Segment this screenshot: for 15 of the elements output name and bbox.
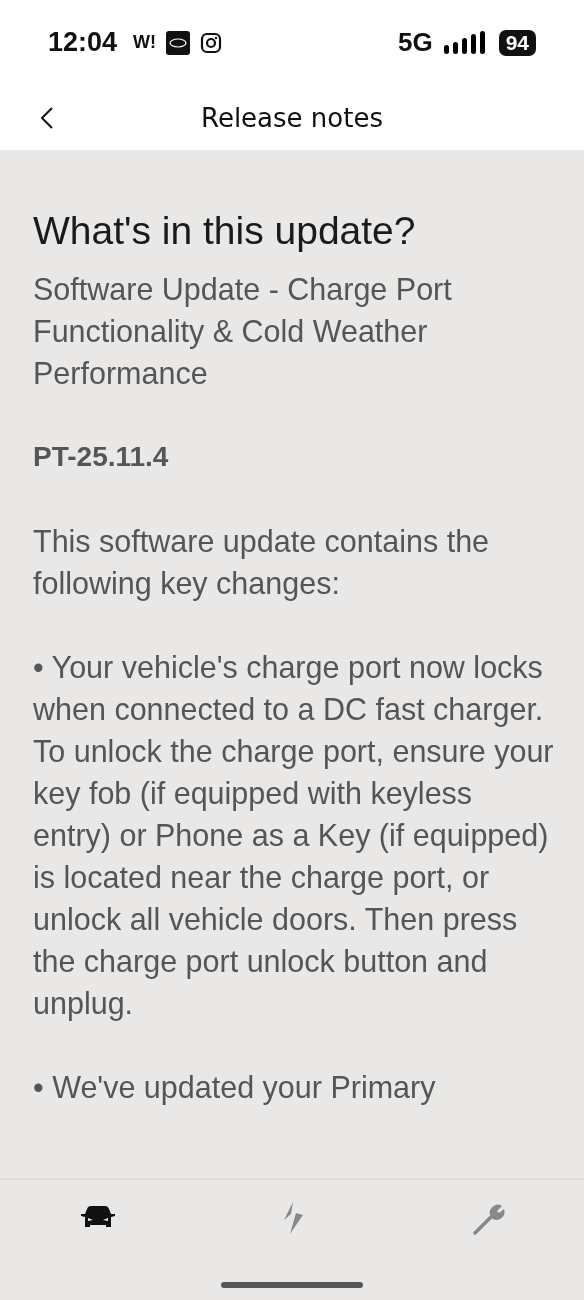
app-icon: [166, 30, 191, 55]
section-heading: What's in this update?: [33, 208, 417, 254]
app-notification-text: W!: [133, 32, 157, 53]
status-time: 12:04: [48, 27, 118, 58]
release-note-text: This software update contains the following key changes:: [33, 523, 491, 603]
signal-icon: [442, 30, 485, 55]
back-icon[interactable]: [40, 107, 54, 129]
battery-level: 94: [498, 29, 536, 56]
release-note-text: • Your vehicle's charge port now locks when connected to a DC fast charger. To unlock the charge port, ensure your key fob (if equipped with keyless entry) or Phone as a Key (if equipped) is located near the charge port, or unlock all vehicle doors. Then press the charge port unlock button and unplug.: [33, 649, 554, 1023]
network-type: 5G: [397, 27, 433, 58]
update-subtitle: Software Update - Charge Port Functionality & Cold Weather Performance: [33, 271, 453, 392]
version-number: PT-25.11.4: [33, 440, 170, 474]
release-note-text: • We've updated your Primary: [33, 1069, 437, 1107]
camera-app-icon: [200, 31, 223, 54]
screen-title: Release notes: [201, 102, 383, 133]
